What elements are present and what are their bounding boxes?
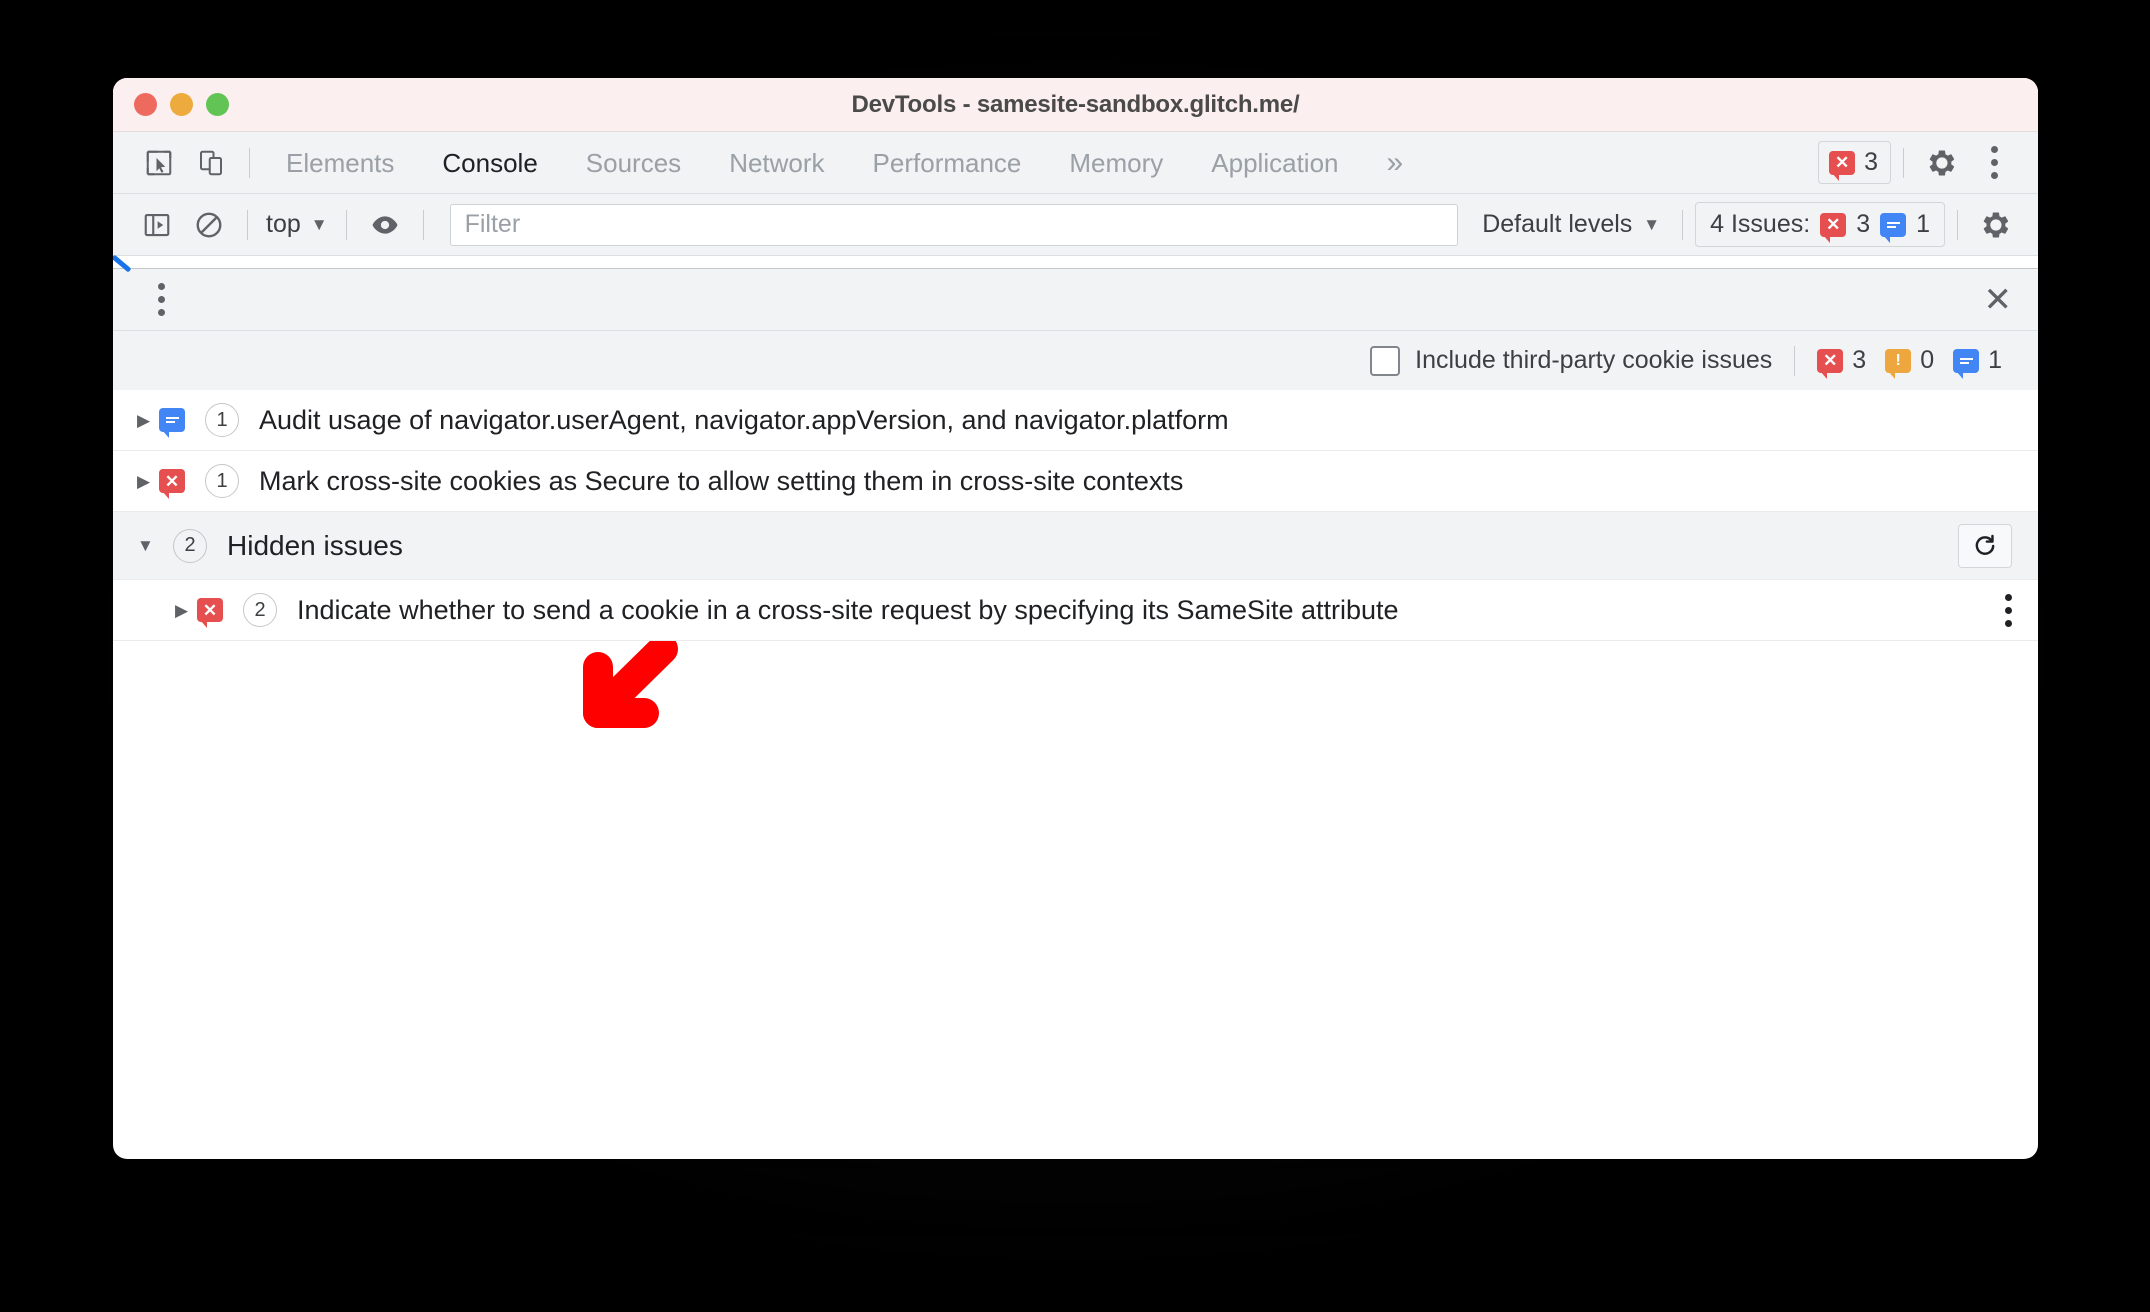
filter-divider-1: [247, 209, 248, 240]
console-sidebar-icon[interactable]: [131, 199, 183, 251]
issue-title: Audit usage of navigator.userAgent, navi…: [259, 404, 1229, 435]
drawer-header: ✕: [113, 268, 2038, 330]
issue-counts: ✕ 3 ! 0 1: [1817, 346, 2012, 379]
expand-triangle-icon[interactable]: ▶: [137, 412, 159, 429]
devtools-tabbar: Elements Console Sources Network Perform…: [113, 132, 2038, 194]
third-party-cookie-checkbox-row[interactable]: Include third-party cookie issues: [1370, 345, 1773, 376]
drawer-tab-accent: [113, 254, 2038, 273]
error-bubble-icon: ✕: [197, 598, 223, 628]
issue-count-badge: 1: [205, 464, 239, 498]
execution-context-label: top: [266, 210, 301, 238]
filter-divider-2: [345, 209, 347, 240]
close-window-button[interactable]: [134, 93, 157, 116]
filter-divider-3: [422, 209, 424, 240]
filter-divider-5: [1957, 209, 1958, 240]
annotation-arrow-icon: [583, 641, 678, 728]
log-levels-selector[interactable]: Default levels ▼: [1472, 210, 1670, 239]
gear-icon[interactable]: [1970, 199, 2022, 251]
issues-toolbar-divider: [1794, 345, 1796, 376]
issue-count-badge: 2: [243, 593, 277, 627]
error-bubble-icon: ✕: [1817, 348, 1844, 379]
error-bubble-icon: ✕: [1829, 150, 1856, 181]
device-toolbar-icon[interactable]: [185, 137, 237, 189]
window-titlebar: DevTools - samesite-sandbox.glitch.me/: [113, 78, 2038, 132]
drawer-info-count: 1: [1988, 346, 2002, 374]
console-filter-toolbar: top ▼ Filter Default levels ▼ 4 Issues: …: [113, 194, 2038, 256]
tab-sources[interactable]: Sources: [562, 132, 705, 194]
clear-console-icon[interactable]: [183, 199, 235, 251]
hidden-issues-count-badge: 2: [173, 528, 207, 563]
live-expression-eye-icon[interactable]: [359, 199, 411, 251]
tab-elements[interactable]: Elements: [262, 132, 418, 194]
issues-info-count: 1: [1916, 210, 1930, 238]
hidden-issues-group-row[interactable]: ▼ 2 Hidden issues: [113, 512, 2038, 580]
kebab-menu-icon[interactable]: [135, 274, 187, 326]
issue-row[interactable]: ▶ ✕ 1 Mark cross-site cookies as Secure …: [113, 451, 2038, 512]
kebab-menu-icon[interactable]: [1968, 137, 2020, 189]
devtools-window: DevTools - samesite-sandbox.glitch.me/ E…: [113, 78, 2038, 1159]
filter-placeholder: Filter: [464, 210, 521, 238]
issue-row[interactable]: ▶ ✕ 2 Indicate whether to send a cookie …: [113, 580, 2038, 641]
chevron-down-icon: ▼: [1643, 214, 1661, 234]
error-bubble-icon: ✕: [1820, 212, 1847, 243]
toolbar-divider: [249, 147, 250, 178]
drawer-error-count: 3: [1852, 346, 1867, 374]
kebab-dots: [157, 283, 165, 316]
expand-triangle-icon[interactable]: ▶: [137, 473, 159, 490]
minimize-window-button[interactable]: [170, 93, 193, 116]
issue-title: Indicate whether to send a cookie in a c…: [297, 594, 1399, 625]
issues-error-count: 3: [1856, 210, 1871, 238]
inspect-element-icon[interactable]: [133, 137, 185, 189]
more-tabs-icon[interactable]: »: [1363, 132, 1428, 194]
issues-summary-label: 4 Issues:: [1710, 210, 1811, 238]
chevron-down-icon: ▼: [310, 214, 328, 234]
execution-context-selector[interactable]: top ▼: [260, 210, 334, 239]
window-title: DevTools - samesite-sandbox.glitch.me/: [851, 90, 1300, 118]
log-levels-label: Default levels: [1482, 210, 1633, 238]
collapse-triangle-icon[interactable]: ▼: [137, 537, 159, 554]
tab-console[interactable]: Console: [418, 132, 561, 194]
issue-count-badge: 1: [205, 403, 239, 437]
maximize-window-button[interactable]: [206, 93, 229, 116]
info-bubble-icon: [1880, 212, 1907, 243]
error-count-value: 3: [1864, 148, 1878, 176]
filter-input[interactable]: Filter: [449, 203, 1459, 246]
error-count-badge[interactable]: ✕ 3: [1818, 141, 1891, 184]
hidden-issues-title: Hidden issues: [227, 529, 403, 561]
filter-divider-4: [1682, 209, 1684, 240]
expand-triangle-icon[interactable]: ▶: [175, 602, 197, 619]
issues-list: ▶ 1 Audit usage of navigator.userAgent, …: [113, 390, 2038, 641]
traffic-lights: [134, 78, 229, 131]
tab-performance[interactable]: Performance: [849, 132, 1046, 194]
info-bubble-icon: [1953, 348, 1980, 379]
kebab-dots: [1990, 146, 1998, 179]
error-bubble-icon: ✕: [159, 469, 185, 499]
issues-summary-button[interactable]: 4 Issues: ✕ 3 1: [1695, 202, 1945, 247]
close-icon[interactable]: ✕: [1984, 283, 2013, 317]
refresh-icon[interactable]: [1958, 523, 2012, 568]
third-party-cookie-checkbox[interactable]: [1370, 345, 1401, 376]
warning-bubble-icon: !: [1885, 348, 1912, 379]
issues-toolbar: Include third-party cookie issues ✕ 3 ! …: [113, 330, 2038, 390]
third-party-cookie-label: Include third-party cookie issues: [1415, 346, 1773, 374]
tab-memory[interactable]: Memory: [1045, 132, 1187, 194]
drawer-warning-count: 0: [1920, 346, 1935, 374]
toolbar-divider-2: [1903, 147, 1904, 178]
gear-icon[interactable]: [1916, 137, 1968, 189]
tab-network[interactable]: Network: [705, 132, 848, 194]
issue-row[interactable]: ▶ 1 Audit usage of navigator.userAgent, …: [113, 390, 2038, 451]
info-bubble-icon: [159, 408, 185, 438]
tab-application[interactable]: Application: [1187, 132, 1362, 194]
issue-title: Mark cross-site cookies as Secure to all…: [259, 465, 1184, 496]
kebab-menu-icon[interactable]: [2004, 593, 2012, 627]
